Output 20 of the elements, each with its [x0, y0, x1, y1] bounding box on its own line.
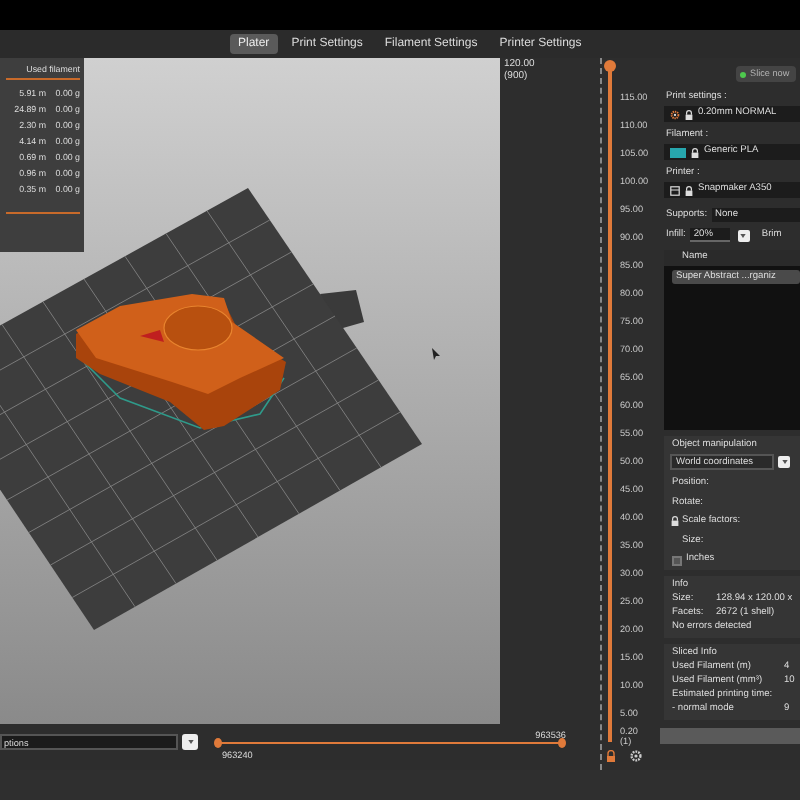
lock-icon[interactable] — [670, 516, 680, 526]
printer-icon — [670, 185, 680, 195]
dropdown-button[interactable] — [182, 734, 198, 750]
slider-thumb[interactable] — [558, 738, 566, 748]
color-swatch[interactable] — [670, 147, 686, 157]
caret-icon — [781, 460, 787, 464]
lock-icon[interactable] — [690, 147, 700, 157]
caret-icon — [740, 233, 747, 237]
status-bar — [660, 728, 800, 744]
inches-checkbox[interactable] — [672, 555, 682, 565]
caret-icon — [187, 740, 193, 744]
cursor-icon — [432, 348, 440, 360]
settings-icon[interactable] — [630, 750, 642, 762]
lock-icon[interactable] — [684, 109, 694, 119]
slider-thumb[interactable] — [214, 738, 222, 748]
gear-icon — [670, 109, 680, 119]
lock-icon[interactable] — [684, 185, 694, 195]
dropdown-button[interactable] — [737, 229, 750, 241]
dropdown-button[interactable] — [778, 456, 790, 468]
slider-thumb[interactable] — [604, 60, 616, 72]
